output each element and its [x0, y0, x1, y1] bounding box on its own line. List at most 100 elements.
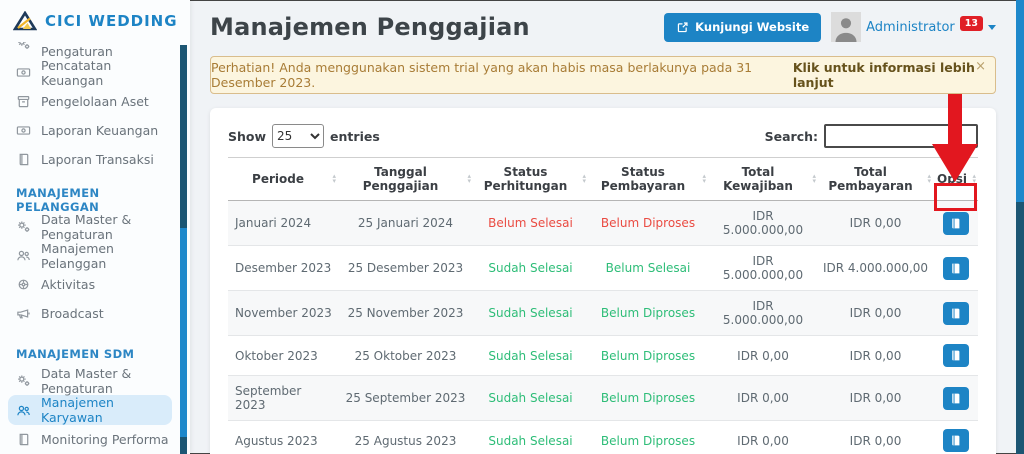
cell-total-kewajiban: IDR 5.000.000,00: [708, 290, 818, 336]
sidebar-item[interactable]: Monitoring Performa: [0, 425, 180, 454]
cell-tanggal-penggajian: 25 November 2023: [338, 290, 473, 336]
detail-button[interactable]: [942, 429, 969, 452]
users-icon: [16, 403, 31, 418]
banknote-icon: [16, 65, 31, 80]
sidebar-item[interactable]: Aktivitas: [0, 270, 180, 299]
external-link-icon: [676, 21, 689, 34]
cell-tanggal-penggajian: 25 Oktober 2023: [338, 335, 473, 376]
sort-icon: ▴ ▾: [812, 172, 816, 185]
search-input[interactable]: [824, 124, 978, 148]
sort-icon: ▴ ▾: [467, 172, 471, 185]
sidebar-item-label: Laporan Keuangan: [41, 123, 159, 138]
column-header[interactable]: Status Pembayaran ▴ ▾: [588, 157, 708, 201]
sidebar-item-label: Aktivitas: [41, 277, 96, 292]
sort-icon: ▴ ▾: [702, 172, 706, 185]
cell-total-kewajiban: IDR 5.000.000,00: [708, 245, 818, 291]
user-menu[interactable]: Administrator 13: [831, 11, 996, 43]
table-row: November 2023 25 November 2023 Sudah Sel…: [228, 290, 978, 336]
sidebar-item[interactable]: Laporan Keuangan: [0, 116, 180, 145]
page-length-select[interactable]: 25: [272, 124, 325, 148]
book-icon: [949, 349, 962, 362]
cell-status-perhitungan: Belum Selesai: [473, 200, 588, 246]
notification-badge: 13: [959, 15, 983, 31]
table-row: Desember 2023 25 Desember 2023 Sudah Sel…: [228, 245, 978, 291]
cell-status-perhitungan: Sudah Selesai: [473, 420, 588, 454]
sidebar-item[interactable]: Pencatatan Keuangan: [0, 58, 180, 88]
column-header[interactable]: Periode ▴ ▾: [228, 157, 338, 201]
cell-periode: Oktober 2023: [228, 335, 338, 376]
sidebar-item-label: Data Master & Pengaturan: [41, 211, 132, 242]
cell-total-pembayaran: IDR 0,00: [818, 375, 933, 421]
cell-status-pembayaran: Belum Diproses: [588, 200, 708, 246]
table-header-row: Periode ▴ ▾ Tanggal Penggajian ▴ ▾ Status …: [228, 157, 978, 201]
cogs-icon: [16, 219, 31, 234]
sort-icon: ▴ ▾: [927, 172, 931, 185]
cell-tanggal-penggajian: 25 Agustus 2023: [338, 420, 473, 454]
sidebar-item[interactable]: Manajemen Karyawan: [8, 395, 172, 425]
table-row: Agustus 2023 25 Agustus 2023 Sudah Seles…: [228, 420, 978, 454]
sidebar-item-label: Manajemen Pelanggan: [41, 240, 114, 271]
page-scrollbar[interactable]: [1016, 0, 1024, 454]
cell-tanggal-penggajian: 25 Januari 2024: [338, 200, 473, 246]
sidebar-menu: Data Master & Pengaturan Pencatatan Keua…: [0, 29, 180, 454]
detail-button[interactable]: [942, 386, 969, 410]
column-header[interactable]: Opsi ▴ ▾: [933, 157, 978, 201]
sidebar-item[interactable]: Data Master & Pengaturan: [0, 211, 180, 242]
detail-button[interactable]: [942, 301, 969, 325]
cell-status-pembayaran: Belum Diproses: [588, 335, 708, 376]
table-row: Januari 2024 25 Januari 2024 Belum Seles…: [228, 200, 978, 246]
table-row: September 2023 25 September 2023 Sudah S…: [228, 375, 978, 421]
megaphone-icon: [16, 306, 31, 321]
trial-alert: Perhatian! Anda menggunakan sistem trial…: [210, 56, 996, 94]
cell-periode: November 2023: [228, 290, 338, 336]
detail-button[interactable]: [942, 344, 969, 367]
book-icon: [949, 307, 962, 320]
show-label: Show: [228, 128, 267, 144]
cell-periode: Desember 2023: [228, 245, 338, 291]
users-icon: [16, 248, 31, 263]
sort-icon: ▴ ▾: [332, 172, 336, 185]
cell-status-pembayaran: Belum Diproses: [588, 290, 708, 336]
sidebar-item-label: Manajemen Karyawan: [41, 395, 114, 425]
book-icon: [949, 434, 962, 447]
cell-total-pembayaran: IDR 4.000.000,00: [818, 245, 933, 291]
alert-text: Perhatian! Anda menggunakan sistem trial…: [211, 60, 753, 90]
book-icon: [16, 432, 31, 447]
sidebar-item[interactable]: Manajemen Pelanggan: [0, 240, 180, 271]
triangle-logo-icon: [13, 11, 37, 31]
box-icon: [16, 94, 31, 109]
page-title: Manajemen Penggajian: [210, 13, 530, 41]
column-header[interactable]: Total Kewajiban ▴ ▾: [708, 157, 818, 201]
detail-button[interactable]: [942, 211, 969, 235]
column-header[interactable]: Tanggal Penggajian ▴ ▾: [338, 157, 473, 201]
close-icon[interactable]: ×: [975, 59, 986, 74]
cell-total-kewajiban: IDR 0,00: [708, 375, 818, 421]
cell-status-perhitungan: Sudah Selesai: [473, 375, 588, 421]
visit-website-button[interactable]: Kunjungi Website: [664, 12, 822, 42]
sidebar-item[interactable]: Broadcast: [0, 299, 180, 328]
column-header[interactable]: Status Perhitungan ▴ ▾: [473, 157, 588, 201]
sidebar-item[interactable]: Data Master & Pengaturan: [0, 366, 180, 396]
wheel-icon: [16, 277, 31, 292]
cell-total-kewajiban: IDR 0,00: [708, 420, 818, 454]
alert-link[interactable]: Klik untuk informasi lebih lanjut: [793, 60, 995, 90]
cell-total-kewajiban: IDR 0,00: [708, 335, 818, 376]
cell-status-perhitungan: Sudah Selesai: [473, 245, 588, 291]
sidebar-scrollbar[interactable]: [180, 45, 187, 454]
sort-icon: ▴ ▾: [972, 172, 976, 185]
payroll-table-card: Show 25 entries Search: Periode ▴ ▾ Tangg…: [210, 108, 996, 454]
book-icon: [949, 392, 962, 405]
sidebar-section-heading: MANAJEMEN PELANGGAN: [16, 186, 100, 214]
sidebar-item-label: Pengelolaan Aset: [41, 94, 149, 109]
book-icon: [16, 152, 31, 167]
cell-periode: September 2023: [228, 375, 338, 421]
sidebar-scrollbar-thumb[interactable]: [180, 45, 187, 228]
brand[interactable]: CICI WEDDING: [0, 0, 180, 42]
sidebar-item[interactable]: Pengelolaan Aset: [0, 87, 180, 116]
table-row: Oktober 2023 25 Oktober 2023 Sudah Seles…: [228, 335, 978, 376]
page-scrollbar-thumb[interactable]: [1016, 0, 1024, 202]
sidebar-item[interactable]: Laporan Transaksi: [0, 145, 180, 174]
cell-total-pembayaran: IDR 0,00: [818, 420, 933, 454]
column-header[interactable]: Total Pembayaran ▴ ▾: [818, 157, 933, 201]
detail-button[interactable]: [942, 256, 969, 280]
